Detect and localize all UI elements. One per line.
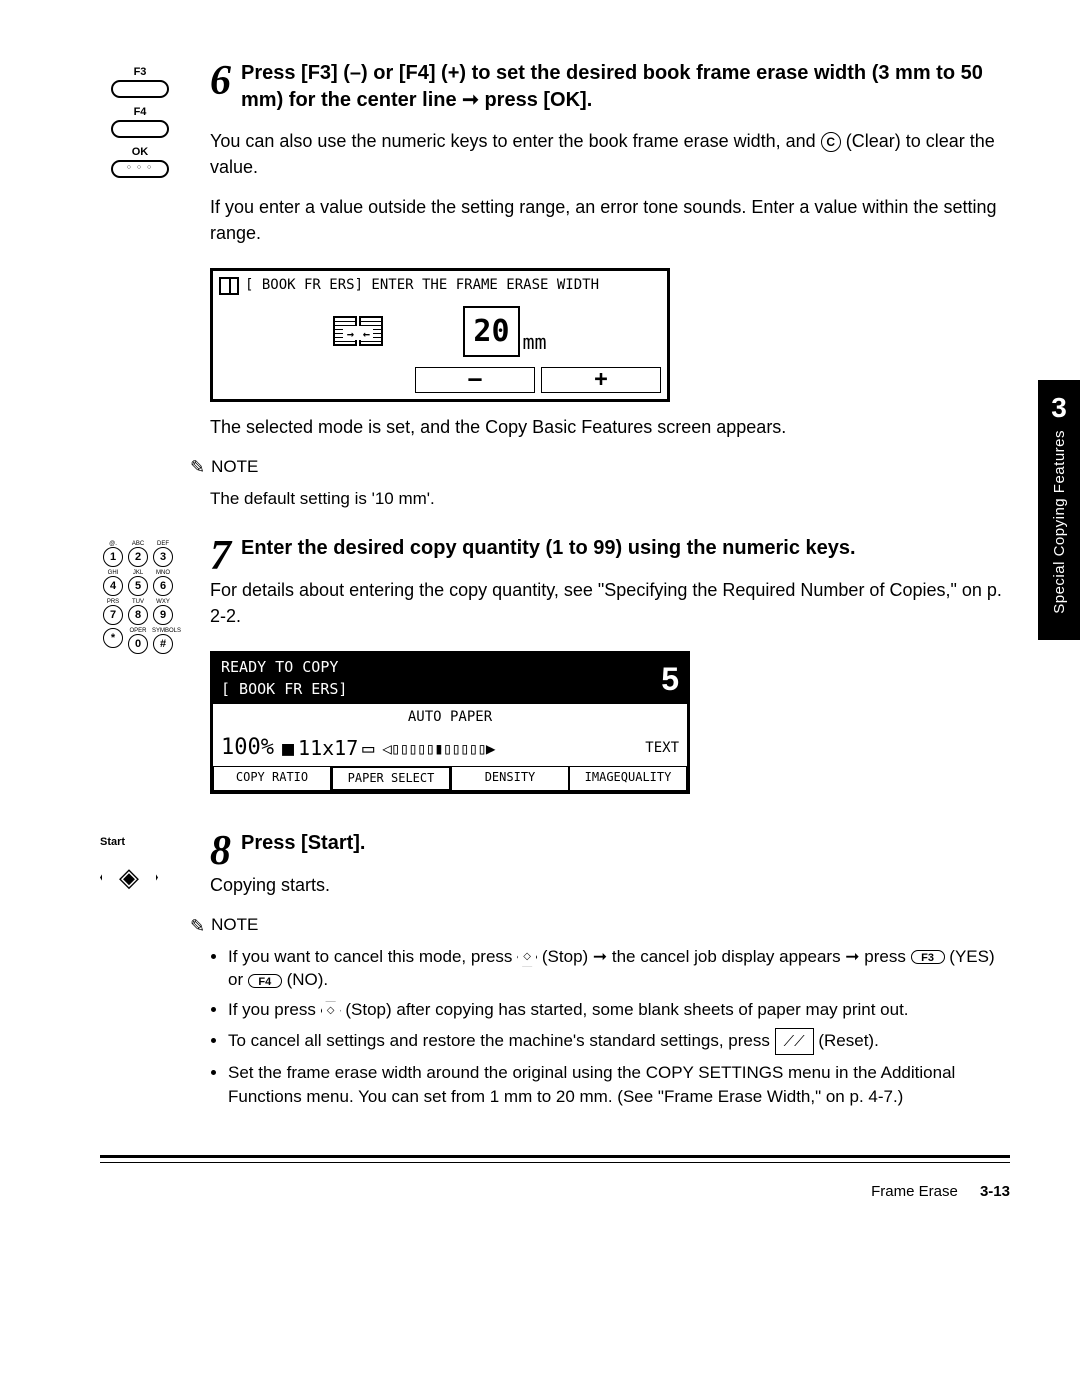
lcd2-tabs: COPY RATIO PAPER SELECT DENSITY IMAGEQUA… xyxy=(213,766,687,791)
step-8: Start ◈ 8 Press [Start]. Copying starts.… xyxy=(100,830,1010,1114)
note-bullet-3: To cancel all settings and restore the m… xyxy=(228,1028,1010,1055)
start-key-icon: Start ◈ xyxy=(100,830,210,1114)
step6-body1: You can also use the numeric keys to ent… xyxy=(210,128,1010,180)
step8-note-body: If you want to cancel this mode, press ◇… xyxy=(210,945,1010,1109)
step6-body2: If you enter a value outside the setting… xyxy=(210,194,1010,246)
step8-note-heading: ✎ NOTE xyxy=(190,913,1010,939)
f3-key-icon: F3 xyxy=(100,66,180,98)
tab-copy-ratio: COPY RATIO xyxy=(213,766,331,791)
pencil-icon: ✎ xyxy=(190,913,205,939)
lcd-minus-button: – xyxy=(415,367,535,393)
lcd-width-unit: mm xyxy=(523,330,547,354)
footer-section: Frame Erase xyxy=(871,1183,958,1200)
f4-key-icon: F4 xyxy=(100,106,180,138)
step6-note-text: The default setting is '10 mm'. xyxy=(210,487,1010,512)
book-pages-icon: → ← xyxy=(333,316,383,346)
book-icon xyxy=(219,277,239,295)
f4-inline-icon: F4 xyxy=(248,974,282,988)
step6-after-lcd: The selected mode is set, and the Copy B… xyxy=(210,414,1010,440)
stop-icon: ◇ xyxy=(517,947,537,967)
lcd2-auto-paper: AUTO PAPER xyxy=(213,704,687,730)
step6-heading: Press [F3] (–) or [F4] (+) to set the de… xyxy=(210,60,1010,114)
lcd2-density-bar: ◁▯▯▯▯▯▮▯▯▯▯▯▶ xyxy=(382,737,637,760)
lcd-book-frame-erase: [ BOOK FR ERS] ENTER THE FRAME ERASE WID… xyxy=(210,268,670,402)
step-6: F3 F4 OK 6 Press [F3] (–) or [F4] (+) to… xyxy=(100,60,1010,511)
step8-body: Copying starts. xyxy=(210,872,1010,898)
footer-page: 3-13 xyxy=(980,1183,1010,1200)
lcd-value-group: 20mm xyxy=(463,306,546,358)
reset-key-icon: ⟋⟋ xyxy=(775,1028,814,1055)
tab-paper-select: PAPER SELECT xyxy=(331,766,451,791)
footer-rule xyxy=(100,1155,1010,1163)
lcd2-copy-count: 5 xyxy=(661,663,679,695)
footer: Frame Erase 3-13 xyxy=(100,1163,1010,1200)
lcd2-paper: ■ 11x17 ▭ xyxy=(282,734,374,763)
step-7: @.1 ABC2 DEF3 GHI4 JKL5 MNO6 PRS7 TUV8 W… xyxy=(100,535,1010,806)
lcd2-line1: READY TO COPY xyxy=(221,657,347,679)
step7-heading: Enter the desired copy quantity (1 to 99… xyxy=(210,535,1010,562)
start-hex-icon: ◈ xyxy=(100,852,158,902)
clear-key-icon: C xyxy=(821,132,841,152)
lcd2-text-mode: TEXT xyxy=(645,738,679,758)
lcd-header: [ BOOK FR ERS] ENTER THE FRAME ERASE WID… xyxy=(245,275,599,295)
lcd2-ratio: 100% xyxy=(221,732,274,764)
lcd-plus-button: + xyxy=(541,367,661,393)
f3-inline-icon: F3 xyxy=(911,950,945,964)
page: F3 F4 OK 6 Press [F3] (–) or [F4] (+) to… xyxy=(0,0,1080,1240)
keypad-icon: @.1 ABC2 DEF3 GHI4 JKL5 MNO6 PRS7 TUV8 W… xyxy=(100,535,210,806)
step7-body: For details about entering the copy quan… xyxy=(210,577,1010,629)
lcd-width-value: 20 xyxy=(463,306,519,358)
ok-key-icon: OK xyxy=(100,146,180,178)
tab-density: DENSITY xyxy=(451,766,569,791)
stop-icon: ◇ xyxy=(321,1001,341,1021)
step6-icons: F3 F4 OK xyxy=(100,60,210,511)
step6-number: 6 xyxy=(210,60,231,102)
note-bullet-1: If you want to cancel this mode, press ◇… xyxy=(228,945,1010,993)
note-bullet-4: Set the frame erase width around the ori… xyxy=(228,1061,1010,1109)
step8-heading: Press [Start]. xyxy=(210,830,1010,857)
lcd2-line2: [ BOOK FR ERS] xyxy=(221,679,347,701)
note-bullet-2: If you press ◇ (Stop) after copying has … xyxy=(228,998,1010,1022)
lcd-ready-to-copy: READY TO COPY [ BOOK FR ERS] 5 AUTO PAPE… xyxy=(210,651,690,794)
step8-number: 8 xyxy=(210,830,231,872)
step7-number: 7 xyxy=(210,535,231,577)
pencil-icon: ✎ xyxy=(190,454,205,480)
note-heading: ✎ NOTE xyxy=(190,454,1010,480)
tab-image-quality: IMAGEQUALITY xyxy=(569,766,687,791)
